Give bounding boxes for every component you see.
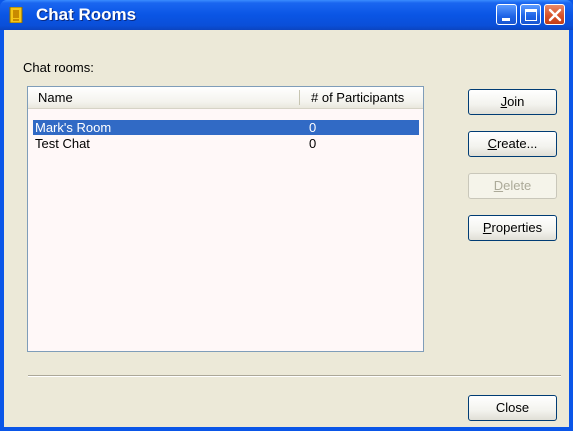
room-name: Mark's Room [35, 120, 112, 135]
close-window-button[interactable] [544, 4, 565, 25]
list-item[interactable]: Test Chat 0 [33, 136, 419, 151]
divider [28, 375, 561, 377]
list-item[interactable]: Mark's Room 0 [33, 120, 419, 135]
column-header-participants[interactable]: # of Participants [311, 90, 404, 105]
minimize-icon [502, 18, 510, 21]
chat-rooms-list[interactable]: Name # of Participants Mark's Room 0 Tes… [27, 86, 424, 352]
chat-rooms-label: Chat rooms: [23, 60, 94, 75]
chat-rooms-window: Chat Rooms Chat rooms: Name # of Partici… [0, 0, 573, 431]
delete-mnemonic: D [493, 178, 504, 193]
close-button[interactable]: Close [468, 395, 557, 421]
properties-mnemonic: P [482, 220, 492, 235]
window-title: Chat Rooms [36, 5, 137, 24]
list-header: Name # of Participants [28, 87, 423, 109]
room-name: Test Chat [35, 136, 90, 151]
properties-label: roperties [491, 220, 543, 235]
maximize-icon [525, 9, 537, 21]
delete-label: elete [503, 178, 532, 193]
create-button[interactable]: Create... [468, 131, 557, 157]
room-participants: 0 [309, 120, 317, 135]
title-bar[interactable]: Chat Rooms [0, 0, 573, 30]
join-label: oin [507, 94, 525, 109]
create-label: reate... [496, 136, 538, 151]
column-divider[interactable] [299, 90, 300, 105]
properties-button[interactable]: Properties [468, 215, 557, 241]
column-header-name[interactable]: Name [38, 90, 73, 105]
delete-button: Delete [468, 173, 557, 199]
window-client-area: Chat rooms: Name # of Participants Mark'… [4, 30, 569, 427]
maximize-button[interactable] [520, 4, 541, 25]
room-participants: 0 [309, 136, 317, 151]
close-icon [548, 8, 562, 22]
minimize-button[interactable] [496, 4, 517, 25]
create-mnemonic: C [487, 136, 497, 151]
join-button[interactable]: Join [468, 89, 557, 115]
app-icon [9, 7, 23, 23]
